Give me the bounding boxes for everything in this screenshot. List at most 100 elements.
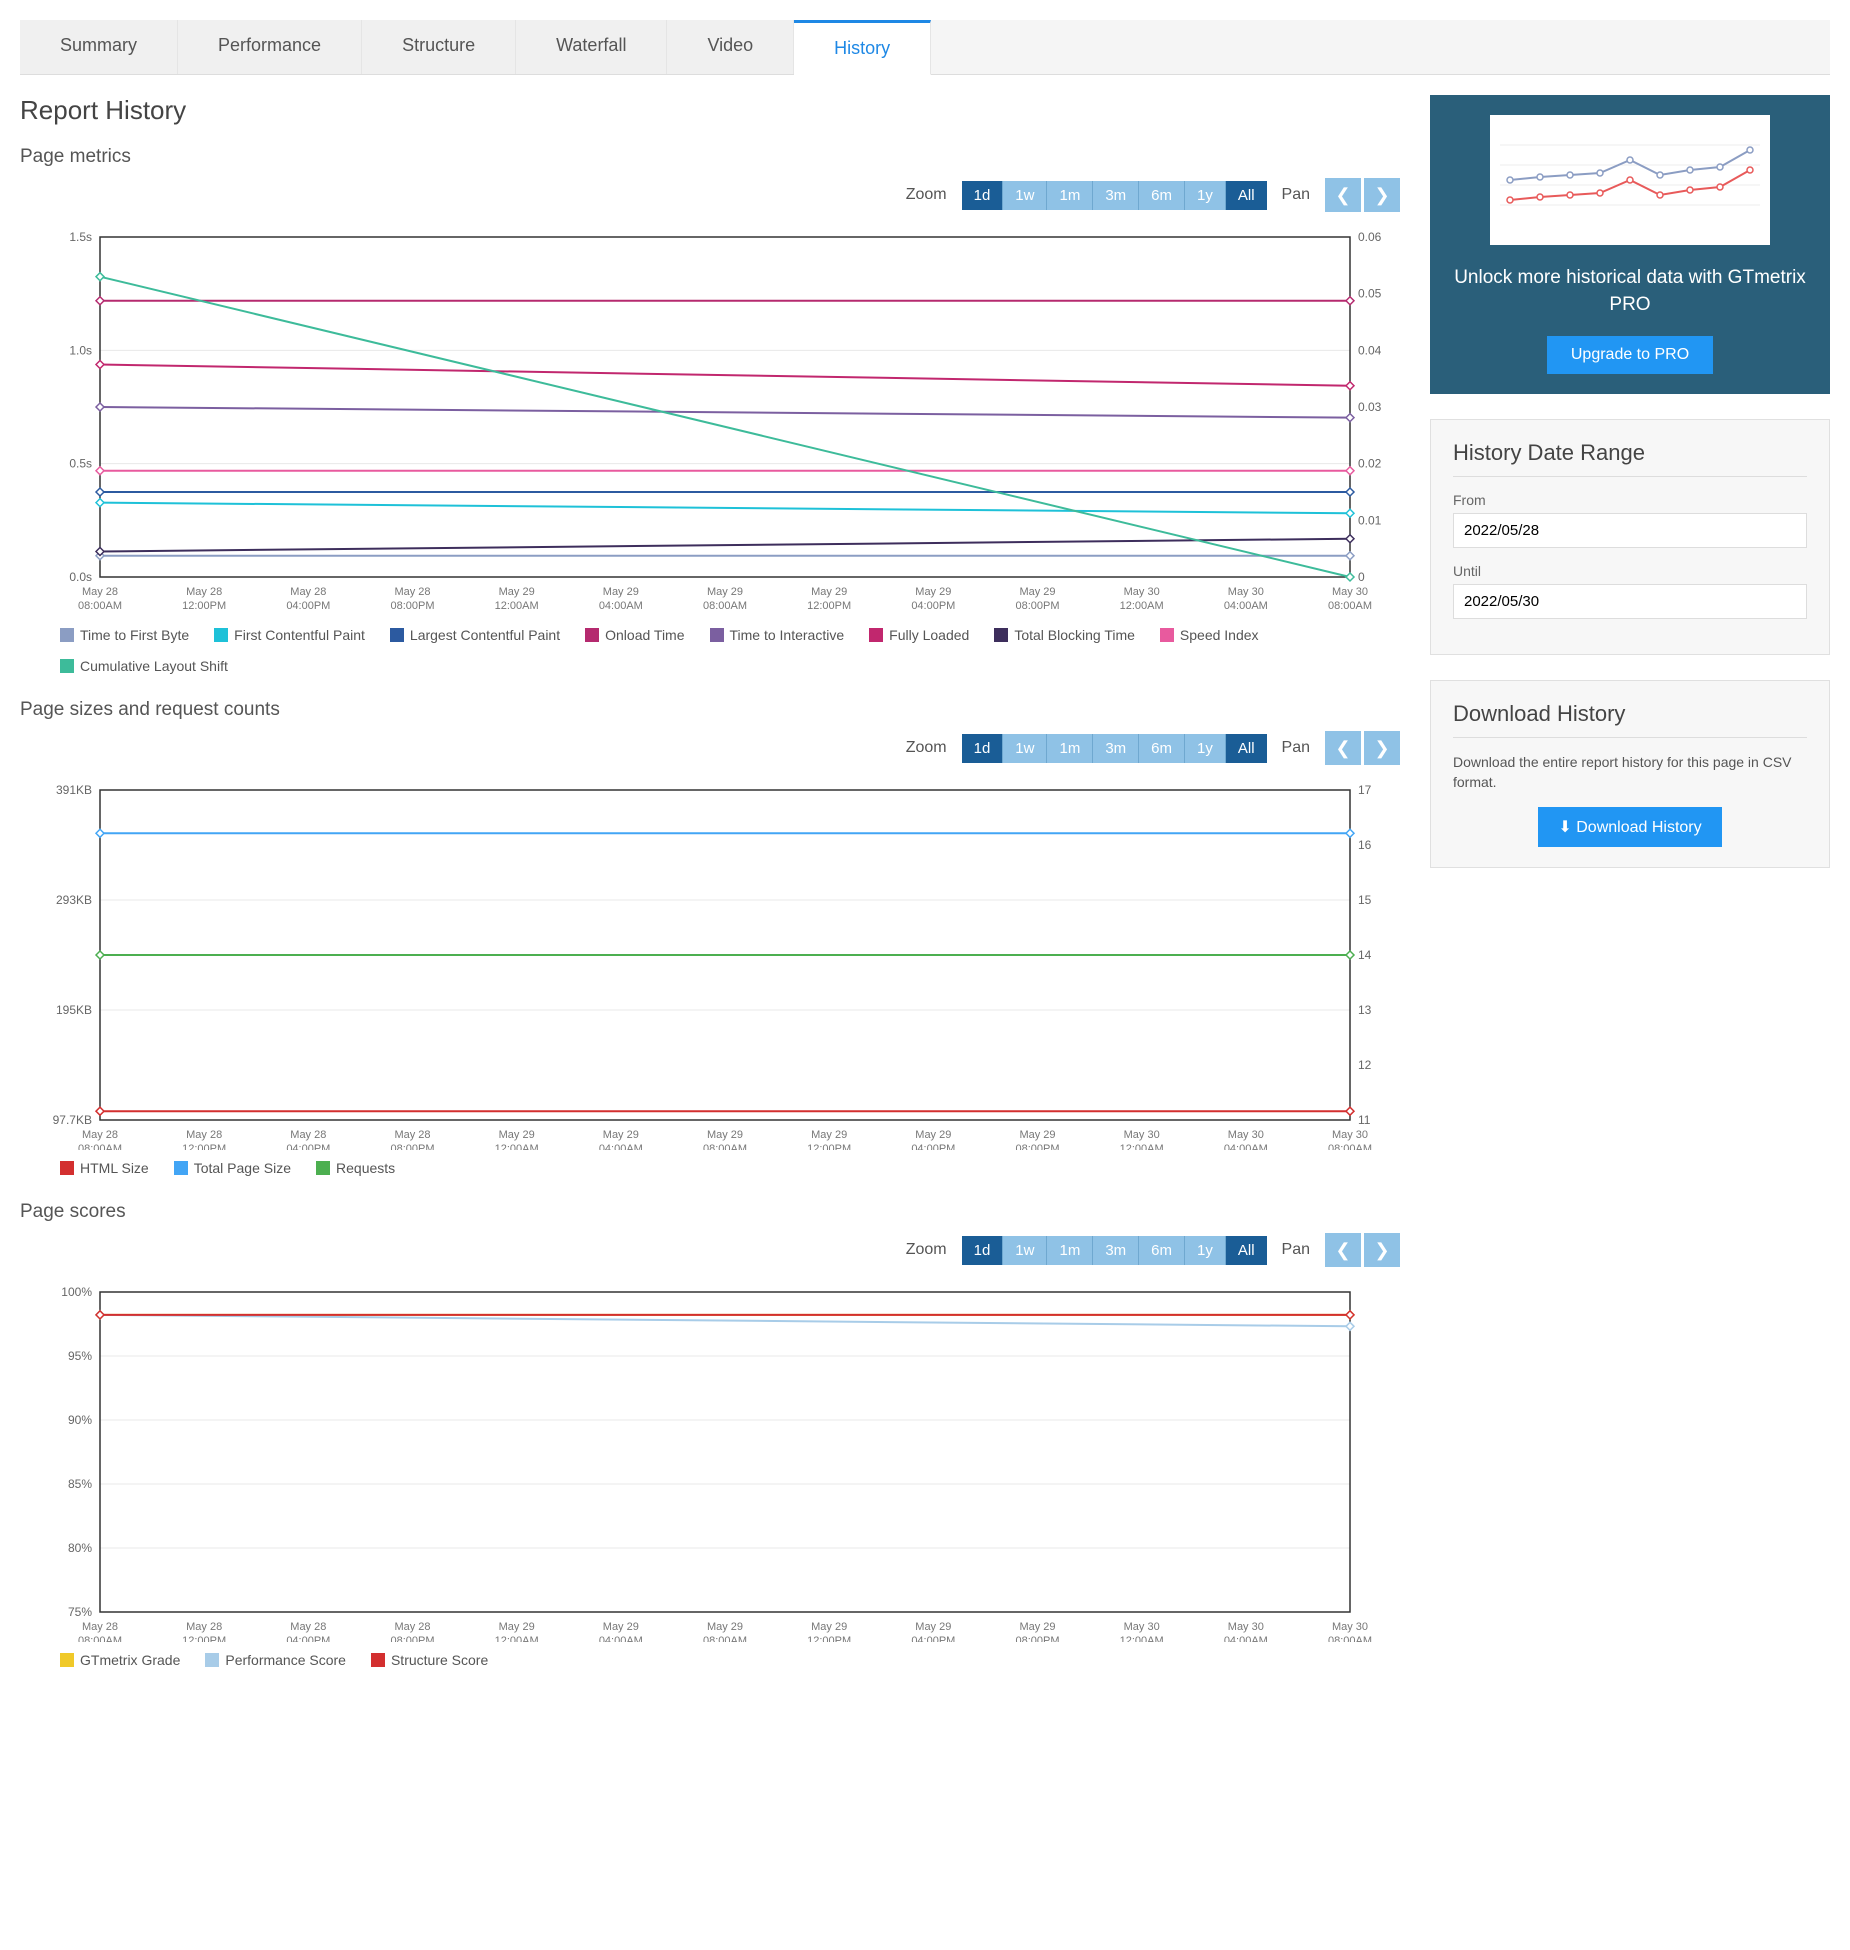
svg-text:08:00AM: 08:00AM xyxy=(78,1143,122,1150)
legend-item[interactable]: Cumulative Layout Shift xyxy=(60,658,228,674)
legend-item[interactable]: GTmetrix Grade xyxy=(60,1652,180,1668)
download-button[interactable]: ⬇ Download History xyxy=(1538,807,1721,847)
legend-item[interactable]: HTML Size xyxy=(60,1160,149,1176)
svg-text:0.06: 0.06 xyxy=(1358,230,1382,244)
tab-history[interactable]: History xyxy=(794,20,931,75)
pan-right-button[interactable]: ❯ xyxy=(1364,1233,1400,1267)
svg-text:May 28: May 28 xyxy=(290,1129,326,1141)
legend-metrics: Time to First Byte First Contentful Paint… xyxy=(20,617,1400,684)
svg-text:May 30: May 30 xyxy=(1332,586,1368,598)
zoom-1w[interactable]: 1w xyxy=(1002,1236,1046,1265)
svg-text:May 29: May 29 xyxy=(603,1129,639,1141)
zoom-3m[interactable]: 3m xyxy=(1092,181,1138,210)
zoom-all[interactable]: All xyxy=(1225,1236,1267,1265)
zoom-1y[interactable]: 1y xyxy=(1184,734,1225,763)
svg-text:May 30: May 30 xyxy=(1124,586,1160,598)
download-button-label: Download History xyxy=(1576,819,1701,836)
until-input[interactable] xyxy=(1453,584,1807,619)
upgrade-button[interactable]: Upgrade to PRO xyxy=(1547,336,1713,374)
legend-item[interactable]: First Contentful Paint xyxy=(214,627,365,643)
legend-label: Total Page Size xyxy=(194,1160,291,1176)
zoom-1d[interactable]: 1d xyxy=(962,181,1003,210)
svg-text:May 30: May 30 xyxy=(1228,1621,1264,1633)
legend-label: Onload Time xyxy=(605,627,684,643)
zoom-1y[interactable]: 1y xyxy=(1184,181,1225,210)
legend-swatch xyxy=(60,628,74,642)
zoom-all[interactable]: All xyxy=(1225,181,1267,210)
pan-right-button[interactable]: ❯ xyxy=(1364,731,1400,765)
zoom-1m[interactable]: 1m xyxy=(1046,181,1092,210)
svg-text:293KB: 293KB xyxy=(56,893,92,907)
legend-label: Cumulative Layout Shift xyxy=(80,658,228,674)
svg-text:0: 0 xyxy=(1358,570,1365,584)
zoom-1w[interactable]: 1w xyxy=(1002,734,1046,763)
zoom-1d[interactable]: 1d xyxy=(962,734,1003,763)
svg-text:May 28: May 28 xyxy=(82,1129,118,1141)
legend-item[interactable]: Largest Contentful Paint xyxy=(390,627,560,643)
legend-swatch xyxy=(205,1653,219,1667)
tab-structure[interactable]: Structure xyxy=(362,20,516,74)
pan-left-button[interactable]: ❮ xyxy=(1325,731,1361,765)
pan-label: Pan xyxy=(1282,1241,1310,1259)
pan-left-button[interactable]: ❮ xyxy=(1325,1233,1361,1267)
tab-waterfall[interactable]: Waterfall xyxy=(516,20,667,74)
zoom-1m[interactable]: 1m xyxy=(1046,1236,1092,1265)
svg-text:May 29: May 29 xyxy=(499,1621,535,1633)
svg-text:0.05: 0.05 xyxy=(1358,287,1382,301)
svg-text:16: 16 xyxy=(1358,838,1372,852)
chart-controls-scores: Zoom 1d1w1m3m6m1yAll Pan ❮ ❯ xyxy=(20,1233,1400,1267)
svg-text:0.04: 0.04 xyxy=(1358,343,1382,357)
svg-text:04:00AM: 04:00AM xyxy=(599,1635,643,1642)
legend-item[interactable]: Total Blocking Time xyxy=(994,627,1135,643)
zoom-all[interactable]: All xyxy=(1225,734,1267,763)
svg-text:100%: 100% xyxy=(61,1285,92,1299)
tab-performance[interactable]: Performance xyxy=(178,20,362,74)
svg-text:12:00AM: 12:00AM xyxy=(495,600,539,612)
svg-text:May 28: May 28 xyxy=(186,586,222,598)
legend-item[interactable]: Structure Score xyxy=(371,1652,488,1668)
legend-item[interactable]: Requests xyxy=(316,1160,395,1176)
legend-label: Requests xyxy=(336,1160,395,1176)
zoom-6m[interactable]: 6m xyxy=(1138,181,1184,210)
legend-item[interactable]: Fully Loaded xyxy=(869,627,969,643)
tab-summary[interactable]: Summary xyxy=(20,20,178,74)
date-range-panel: History Date Range From Until xyxy=(1430,419,1830,655)
pan-right-button[interactable]: ❯ xyxy=(1364,178,1400,212)
zoom-3m[interactable]: 3m xyxy=(1092,1236,1138,1265)
zoom-buttons: 1d1w1m3m6m1yAll xyxy=(962,734,1267,763)
legend-label: Largest Contentful Paint xyxy=(410,627,560,643)
pan-left-button[interactable]: ❮ xyxy=(1325,178,1361,212)
zoom-3m[interactable]: 3m xyxy=(1092,734,1138,763)
legend-item[interactable]: Onload Time xyxy=(585,627,684,643)
legend-label: Performance Score xyxy=(225,1652,346,1668)
tab-video[interactable]: Video xyxy=(667,20,794,74)
svg-text:12:00PM: 12:00PM xyxy=(807,1143,851,1150)
pan-label: Pan xyxy=(1282,739,1310,757)
svg-text:97.7KB: 97.7KB xyxy=(53,1113,92,1127)
legend-item[interactable]: Time to Interactive xyxy=(710,627,845,643)
legend-item[interactable]: Total Page Size xyxy=(174,1160,291,1176)
zoom-6m[interactable]: 6m xyxy=(1138,1236,1184,1265)
legend-item[interactable]: Performance Score xyxy=(205,1652,346,1668)
svg-text:May 29: May 29 xyxy=(811,1621,847,1633)
svg-text:May 29: May 29 xyxy=(707,586,743,598)
zoom-1w[interactable]: 1w xyxy=(1002,181,1046,210)
until-label: Until xyxy=(1453,563,1807,579)
pan-buttons: ❮ ❯ xyxy=(1325,1233,1400,1267)
zoom-1m[interactable]: 1m xyxy=(1046,734,1092,763)
legend-item[interactable]: Time to First Byte xyxy=(60,627,189,643)
legend-swatch xyxy=(869,628,883,642)
zoom-1d[interactable]: 1d xyxy=(962,1236,1003,1265)
section-title-metrics: Page metrics xyxy=(20,146,1400,168)
legend-item[interactable]: Speed Index xyxy=(1160,627,1259,643)
legend-label: Fully Loaded xyxy=(889,627,969,643)
zoom-1y[interactable]: 1y xyxy=(1184,1236,1225,1265)
zoom-6m[interactable]: 6m xyxy=(1138,734,1184,763)
download-icon: ⬇ xyxy=(1558,819,1571,836)
svg-text:08:00PM: 08:00PM xyxy=(1015,600,1059,612)
from-input[interactable] xyxy=(1453,513,1807,548)
legend-label: Speed Index xyxy=(1180,627,1259,643)
zoom-label: Zoom xyxy=(906,1241,947,1259)
svg-text:May 28: May 28 xyxy=(82,1621,118,1633)
svg-text:08:00AM: 08:00AM xyxy=(1328,600,1372,612)
